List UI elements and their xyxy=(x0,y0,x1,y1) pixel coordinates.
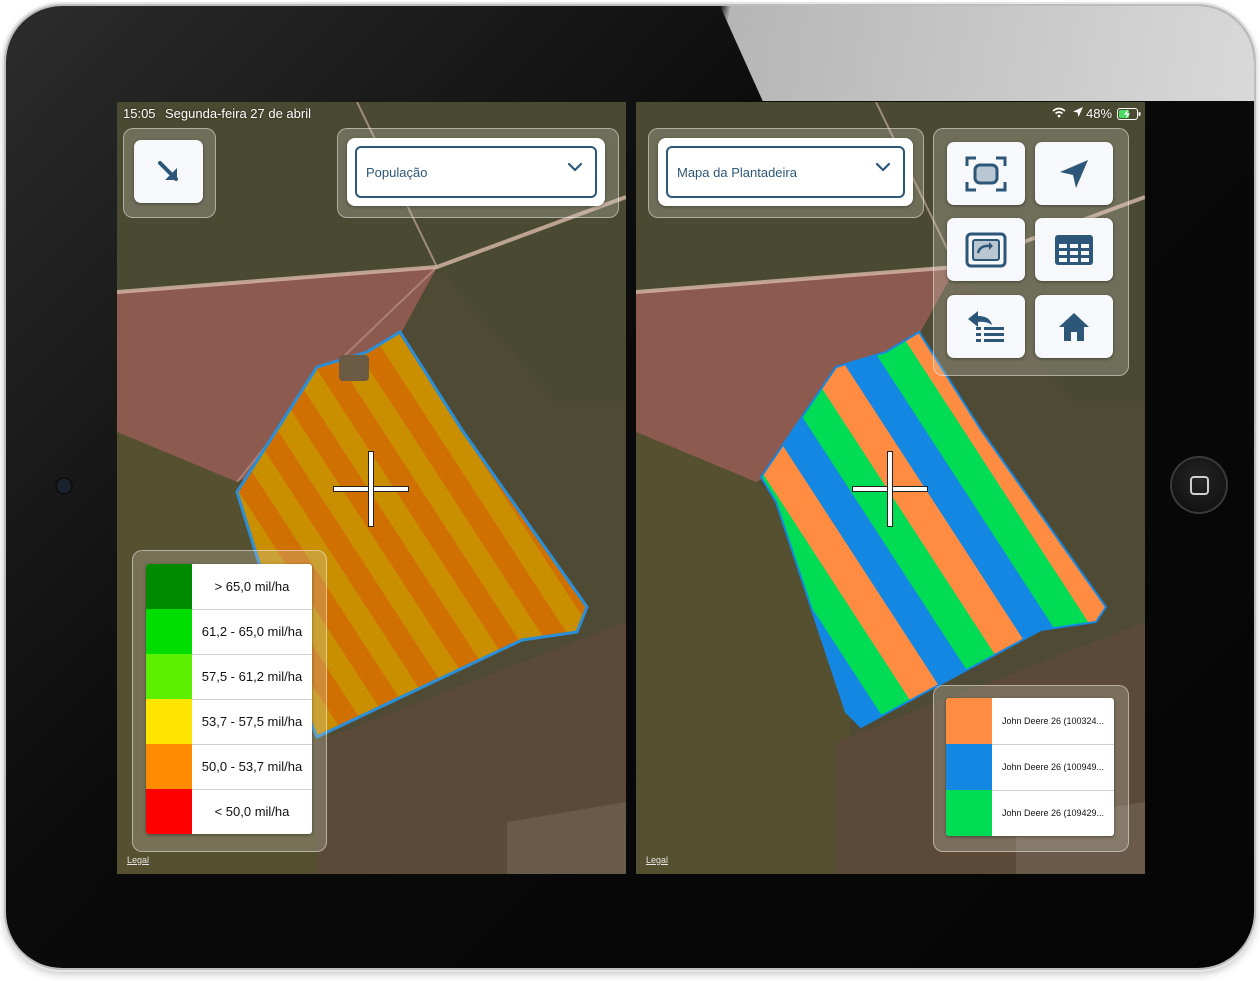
location-arrow-icon xyxy=(1072,107,1083,117)
legend-item: 50,0 - 53,7 mil/ha xyxy=(146,744,312,790)
layer-select[interactable]: População xyxy=(355,146,597,198)
list-back-icon xyxy=(968,310,1004,342)
list-button[interactable] xyxy=(947,295,1025,358)
legend-item: 61,2 - 65,0 mil/ha xyxy=(146,609,312,655)
layer-select-container: Mapa da Plantadeira xyxy=(658,138,913,206)
legend-label: 57,5 - 61,2 mil/ha xyxy=(201,669,303,684)
legend-swatch xyxy=(946,790,992,836)
screen-glare xyxy=(720,6,1254,101)
legend-label: 61,2 - 65,0 mil/ha xyxy=(201,624,303,639)
layer-select-value: Mapa da Plantadeira xyxy=(677,164,797,180)
legend-swatch xyxy=(146,654,192,699)
legend-swatch xyxy=(146,609,192,654)
locate-button[interactable] xyxy=(1035,142,1113,205)
wifi-icon xyxy=(1052,107,1066,118)
battery-percent: 48% xyxy=(1086,106,1113,121)
layer-select-value: População xyxy=(366,164,428,180)
legend-item: John Deere 26 (100949... xyxy=(946,744,1114,791)
legend-swatch xyxy=(146,564,192,609)
legend-label: 50,0 - 53,7 mil/ha xyxy=(201,759,303,774)
legend-label: 53,7 - 57,5 mil/ha xyxy=(201,714,303,729)
crosshair-vertical xyxy=(887,451,893,527)
battery-charging-icon xyxy=(1117,108,1141,120)
arrow-down-right-icon xyxy=(157,160,178,181)
legend-swatch xyxy=(946,744,992,790)
legend-item: 57,5 - 61,2 mil/ha xyxy=(146,654,312,700)
legend-item: John Deere 26 (100324... xyxy=(946,698,1114,745)
legend-label: > 65,0 mil/ha xyxy=(214,579,290,594)
legend-item: John Deere 26 (109429... xyxy=(946,790,1114,836)
table-icon xyxy=(1055,234,1093,265)
legend-item: 53,7 - 57,5 mil/ha xyxy=(146,699,312,745)
legend-swatch xyxy=(146,744,192,789)
planter-legend: John Deere 26 (100324... John Deere 26 (… xyxy=(946,698,1114,836)
fit-extent-button[interactable] xyxy=(947,142,1025,205)
home-icon xyxy=(1059,312,1089,341)
layer-select-container: População xyxy=(347,138,605,206)
chevron-down-icon xyxy=(567,162,583,172)
legend-label: John Deere 26 (100949... xyxy=(1001,762,1105,772)
switch-map-button[interactable] xyxy=(947,218,1025,281)
status-icons xyxy=(1052,104,1084,124)
legend-item: < 50,0 mil/ha xyxy=(146,789,312,834)
chevron-down-icon xyxy=(875,162,891,172)
table-button[interactable] xyxy=(1035,218,1113,281)
legend-swatch xyxy=(946,698,992,744)
legal-link[interactable]: Legal xyxy=(646,855,668,865)
population-legend: > 65,0 mil/ha 61,2 - 65,0 mil/ha 57,5 - … xyxy=(146,564,312,834)
legend-item: > 65,0 mil/ha xyxy=(146,564,312,610)
switch-screen-icon xyxy=(965,232,1007,267)
device-home-button[interactable] xyxy=(1170,456,1228,514)
layer-select[interactable]: Mapa da Plantadeira xyxy=(666,146,905,198)
legal-link[interactable]: Legal xyxy=(127,855,149,865)
home-button[interactable] xyxy=(1035,295,1113,358)
left-map-panel[interactable]: 15:05 Segunda-feira 27 de abril Populaçã… xyxy=(117,102,626,874)
right-map-panel[interactable]: 48% Mapa da Plantadeira John Deere 26 (1… xyxy=(636,102,1145,874)
legend-label: John Deere 26 (100324... xyxy=(1001,716,1105,726)
legend-label: < 50,0 mil/ha xyxy=(214,804,290,819)
expand-button[interactable] xyxy=(134,140,203,203)
location-arrow-icon xyxy=(1060,159,1088,188)
frame-focus-icon xyxy=(965,156,1007,191)
status-date: Segunda-feira 27 de abril xyxy=(165,106,311,121)
status-time: 15:05 xyxy=(123,106,156,121)
crosshair-vertical xyxy=(368,451,374,527)
legend-swatch xyxy=(146,789,192,834)
legend-swatch xyxy=(146,699,192,744)
camera-icon xyxy=(57,479,71,493)
legend-label: John Deere 26 (109429... xyxy=(1001,808,1105,818)
